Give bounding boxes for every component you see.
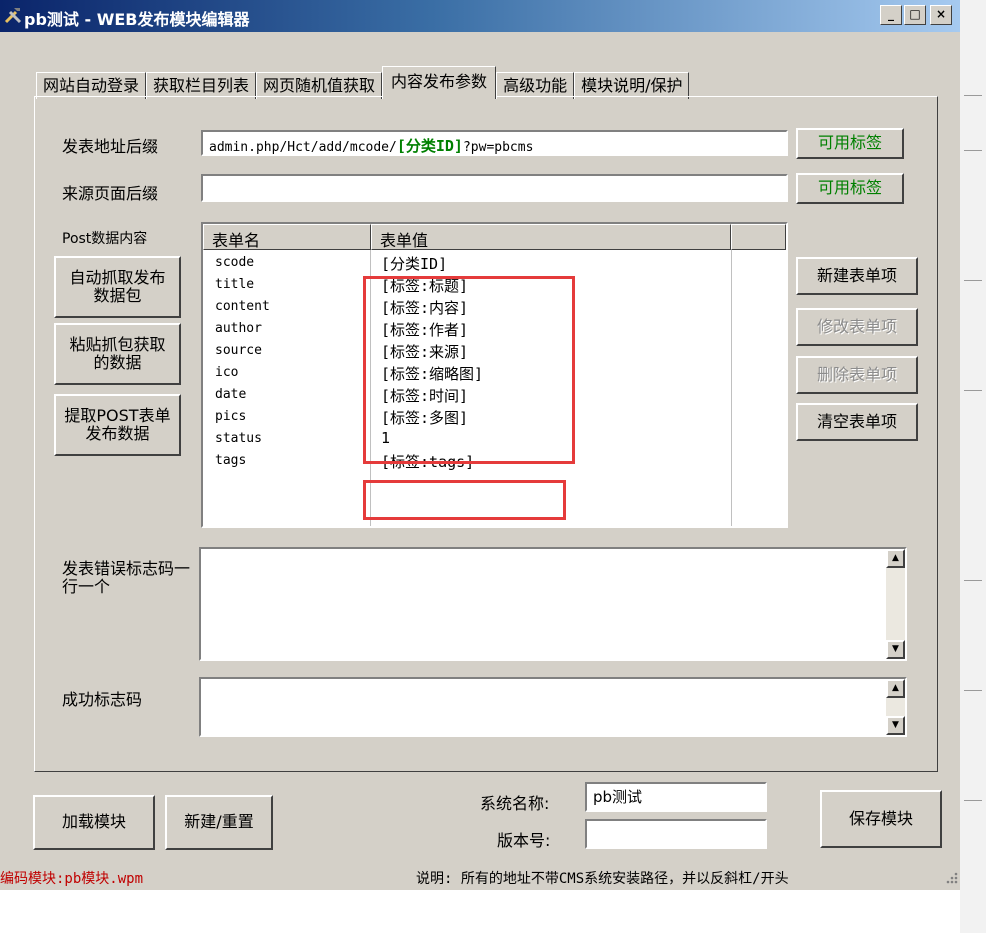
tab-module-info[interactable]: 模块说明/保护 [574,72,690,99]
minimize-button[interactable]: _ [880,5,902,25]
paste-capture-button[interactable]: 粘贴抓包获取的数据 [54,323,181,385]
post-url-label: 发表地址后缀 [62,137,159,156]
close-button[interactable]: × [930,5,952,25]
highlight-box-tags-field [363,480,566,520]
tools-icon [4,8,22,24]
success-code-label: 成功标志码 [62,690,143,709]
highlight-box-tags [363,276,575,464]
load-module-button[interactable]: 加载模块 [33,795,155,850]
tab-advanced[interactable]: 高级功能 [496,72,575,99]
column-header-name[interactable]: 表单名 [203,224,371,250]
tab-auto-login[interactable]: 网站自动登录 [36,72,147,99]
status-note: 说明: 所有的地址不带CMS系统安装路径，并以反斜杠/开头 [416,871,789,887]
post-url-tags-button[interactable]: 可用标签 [796,128,904,159]
status-bar: 编码模块:pb模块.wpm 说明: 所有的地址不带CMS系统安装路径，并以反斜杠… [0,864,960,890]
tab-column-list[interactable]: 获取栏目列表 [146,72,257,99]
system-name-label: 系统名称: [480,794,550,813]
auto-capture-button[interactable]: 自动抓取发布数据包 [54,256,181,318]
system-name-input[interactable]: pb测试 [585,782,767,812]
source-url-tags-button[interactable]: 可用标签 [796,173,904,204]
error-codes-textarea[interactable]: ▲ ▼ [199,547,907,661]
tab-publish-params[interactable]: 内容发布参数 [382,66,497,99]
scroll-up-icon[interactable]: ▲ [886,679,905,698]
column-header-extra[interactable] [731,224,786,250]
background-window-edge [960,0,986,933]
edit-field-button[interactable]: 修改表单项 [796,308,918,346]
window-title: pb测试 - WEB发布模块编辑器 [24,10,250,29]
extract-post-button[interactable]: 提取POST表单发布数据 [54,394,181,456]
resize-grip-icon[interactable] [944,870,958,884]
error-codes-label: 发表错误标志码一行一个 [62,559,191,596]
new-field-button[interactable]: 新建表单项 [796,257,918,295]
tab-strip: 网站自动登录 获取栏目列表 网页随机值获取 内容发布参数 高级功能 模块说明/保… [36,66,690,99]
table-header: 表单名 表单值 [203,224,786,250]
version-label: 版本号: [497,831,551,850]
version-input[interactable] [585,819,767,849]
clear-fields-button[interactable]: 清空表单项 [796,403,918,441]
source-url-label: 来源页面后缀 [62,184,159,203]
post-data-label: Post数据内容 [62,231,148,247]
save-module-button[interactable]: 保存模块 [820,790,942,848]
scroll-down-icon[interactable]: ▼ [886,716,905,735]
success-code-scrollbar[interactable]: ▲ ▼ [886,679,905,735]
error-codes-scrollbar[interactable]: ▲ ▼ [886,549,905,659]
title-bar[interactable]: pb测试 - WEB发布模块编辑器 _ □ × [0,0,960,32]
editor-window: pb测试 - WEB发布模块编辑器 _ □ × 网站自动登录 获取栏目列表 网页… [0,0,960,890]
source-url-input[interactable] [201,174,788,202]
delete-field-button[interactable]: 删除表单项 [796,356,918,394]
new-reset-button[interactable]: 新建/重置 [165,795,273,850]
success-code-textarea[interactable]: ▲ ▼ [199,677,907,737]
form-fields-table[interactable]: 表单名 表单值 scode [分类ID] title [标签:标题] content… [201,222,788,528]
scroll-up-icon[interactable]: ▲ [886,549,905,568]
tab-random-value[interactable]: 网页随机值获取 [256,72,383,99]
post-url-input[interactable]: admin.php/Hct/add/mcode/[分类ID]?pw=pbcms [201,130,788,156]
table-row[interactable]: scode [分类ID] [203,252,786,274]
status-encoding: 编码模块:pb模块.wpm [0,871,144,887]
column-header-value[interactable]: 表单值 [371,224,731,250]
maximize-button[interactable]: □ [904,5,926,25]
scroll-down-icon[interactable]: ▼ [886,640,905,659]
